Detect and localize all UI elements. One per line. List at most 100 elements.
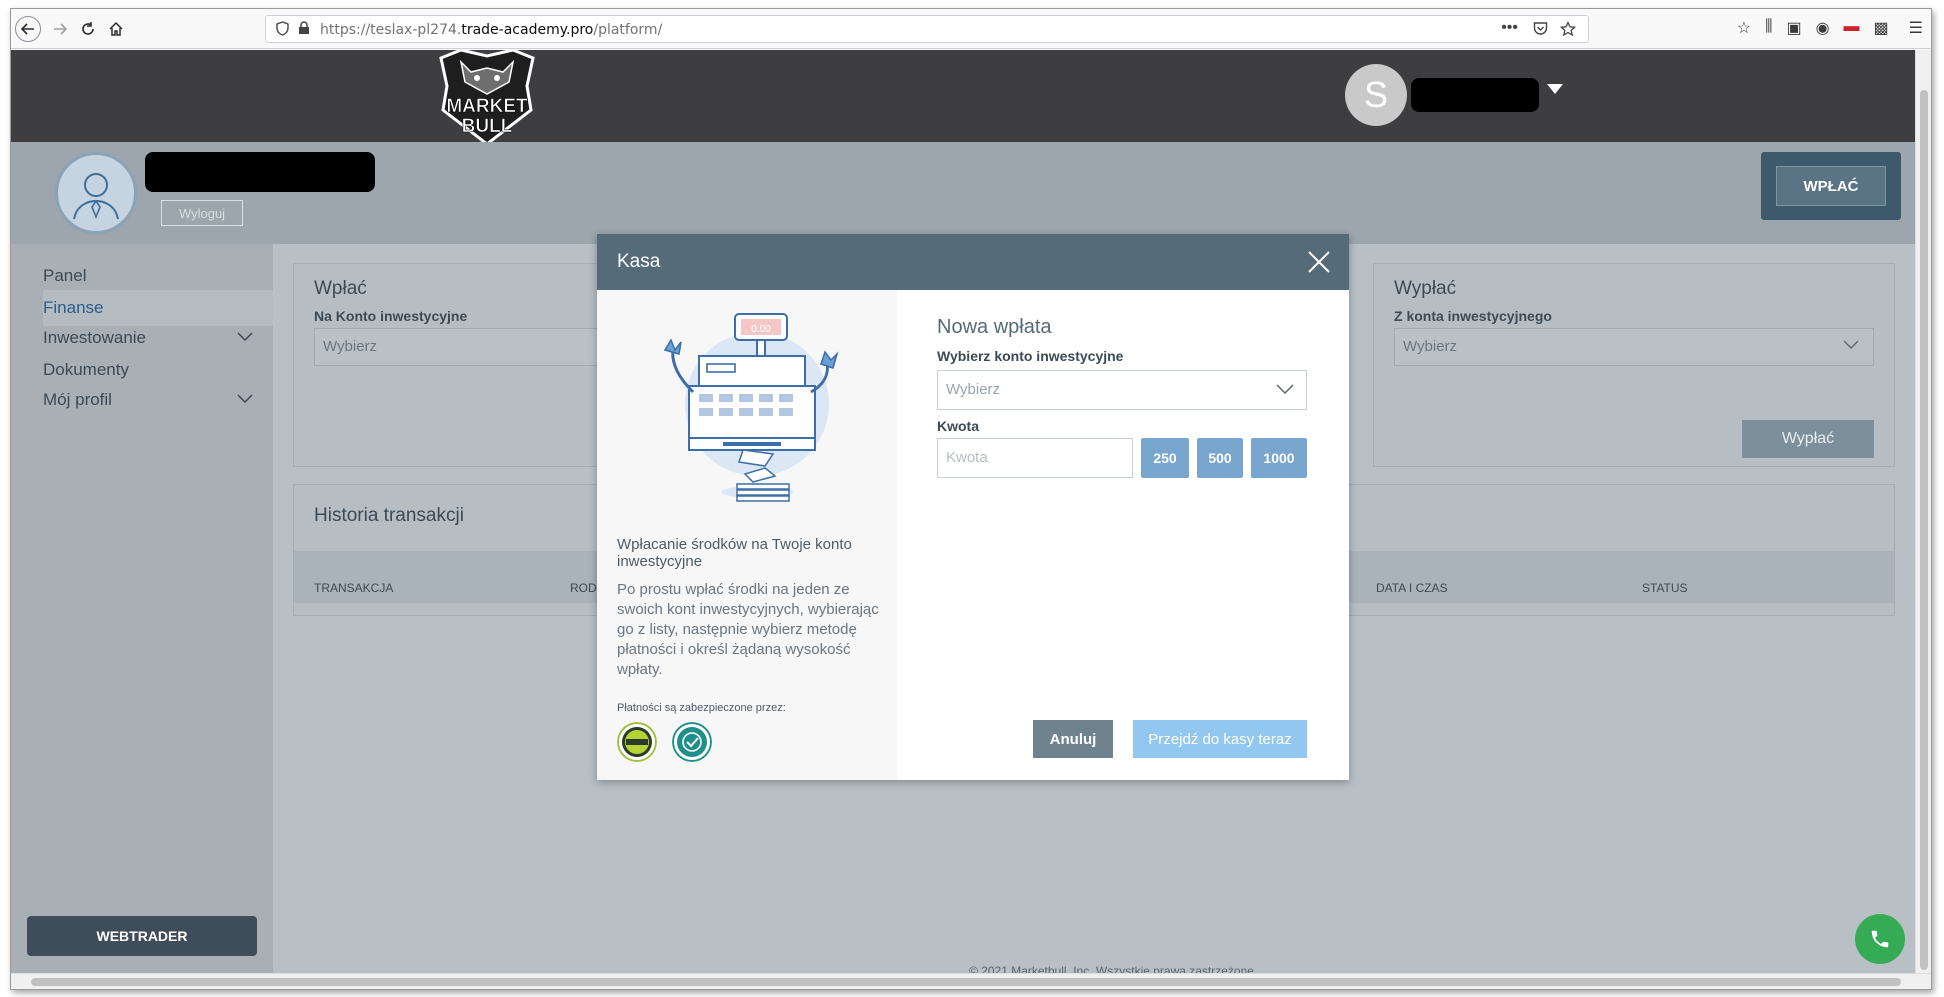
quick-amount-250-button[interactable]: 250: [1141, 438, 1189, 478]
profile-band: Wyloguj WPŁAĆ: [11, 142, 1917, 244]
info-title: Wpłacanie środków na Twoje konto inwesty…: [617, 536, 852, 570]
logout-button[interactable]: Wyloguj: [161, 200, 243, 226]
deposit-top-button[interactable]: WPŁAĆ: [1776, 166, 1886, 206]
vertical-scrollbar[interactable]: [1915, 50, 1931, 983]
select-placeholder: Wybierz: [946, 381, 1001, 398]
modal-header: Kasa: [597, 234, 1349, 290]
ssl-security-badge-icon: [617, 722, 657, 762]
sidebar-item-inwestowanie[interactable]: Inwestowanie: [43, 320, 273, 356]
withdraw-card-subtitle: Z konta inwestycyjnego: [1394, 308, 1552, 324]
withdraw-card: Wypłać Z konta inwestycyjnego Wybierz Wy…: [1373, 263, 1895, 467]
info-text: Po prostu wpłać środki na jeden ze swoic…: [617, 581, 879, 678]
sidebar-icon[interactable]: ▣: [1786, 18, 1801, 38]
home-icon: [109, 21, 123, 36]
user-outline-icon: [73, 173, 119, 220]
browser-window: https://teslax-pl274.trade-academy.pro/p…: [10, 8, 1932, 990]
user-menu-caret-icon[interactable]: [1547, 84, 1563, 94]
bookmarks-star-icon[interactable]: ☆: [1737, 18, 1751, 38]
sidebar-item-panel[interactable]: Panel: [43, 258, 273, 294]
history-col-status: STATUS: [1642, 581, 1688, 595]
address-bar[interactable]: https://teslax-pl274.trade-academy.pro/p…: [265, 15, 1589, 43]
chevron-down-icon: [237, 391, 253, 407]
extension-red-icon[interactable]: ▬: [1844, 18, 1860, 38]
select-placeholder: Wybierz: [323, 338, 378, 355]
amount-label: Kwota: [937, 418, 979, 434]
arrow-right-icon: [54, 23, 68, 35]
url-domain: trade-academy.pro: [461, 22, 594, 38]
top-navbar: MARKET BULL S: [11, 50, 1917, 146]
library-icon[interactable]: ⫼: [1765, 18, 1772, 38]
shield-icon[interactable]: [276, 21, 289, 39]
sidebar-item-label: Finanse: [43, 298, 104, 317]
modal-title: Kasa: [617, 251, 661, 272]
close-icon: [1308, 251, 1330, 273]
extension-image-icon[interactable]: ▩: [1874, 18, 1889, 38]
sidebar-item-label: Dokumenty: [43, 360, 129, 379]
history-col-transakcja: TRANSAKCJA: [314, 581, 394, 595]
deposit-card-subtitle: Na Konto inwestycyjne: [314, 308, 468, 324]
forward-button[interactable]: [47, 16, 73, 42]
chevron-down-icon: [237, 329, 253, 345]
phone-icon: [1871, 930, 1889, 948]
cash-register-illustration: 0.00: [663, 313, 839, 502]
lock-icon[interactable]: [298, 21, 310, 38]
account-select[interactable]: Wybierz: [937, 370, 1307, 410]
sidebar-item-label: Inwestowanie: [43, 328, 147, 347]
verified-badge-icon: [672, 722, 712, 762]
go-to-checkout-button[interactable]: Przejdź do kasy teraz: [1133, 720, 1307, 758]
sidebar: Panel Finanse Inwestowanie Dokumenty Mój…: [11, 244, 273, 983]
deposit-card-title: Wpłać: [314, 278, 367, 299]
modal-form-panel: Nowa wpłata Wybierz konto inwestycyjne W…: [897, 290, 1349, 780]
chevron-down-icon: [1276, 381, 1294, 399]
withdraw-account-select[interactable]: Wybierz: [1394, 328, 1874, 366]
profile-avatar[interactable]: [55, 152, 137, 234]
reload-icon: [82, 22, 94, 35]
secure-payments-label: Płatności są zabezpieczone przez:: [617, 702, 786, 714]
withdraw-card-title: Wypłać: [1394, 278, 1457, 299]
sidebar-item-label: Mój profil: [43, 390, 112, 409]
more-icon[interactable]: •••: [1501, 19, 1518, 37]
new-deposit-title: Nowa wpłata: [937, 316, 1052, 338]
logo-text-market: MARKET: [446, 96, 528, 117]
account-icon[interactable]: ◉: [1816, 18, 1830, 38]
history-col-data-i-czas: DATA I CZAS: [1376, 581, 1448, 595]
quick-amount-1000-button[interactable]: 1000: [1251, 438, 1307, 478]
call-button[interactable]: [1855, 914, 1905, 964]
pocket-icon[interactable]: [1533, 21, 1548, 39]
withdraw-button[interactable]: Wypłać: [1742, 420, 1874, 458]
webtrader-button[interactable]: WEBTRADER: [27, 916, 257, 956]
user-avatar[interactable]: S: [1345, 64, 1407, 126]
close-button[interactable]: [1305, 248, 1333, 276]
redacted-username: [1411, 78, 1539, 112]
deposit-top-container: WPŁAĆ: [1761, 152, 1901, 220]
quick-amount-500-button[interactable]: 500: [1197, 438, 1243, 478]
page: MARKET BULL S Wyloguj WPŁAĆ Panel Finans…: [11, 50, 1917, 983]
menu-icon[interactable]: ☰: [1909, 18, 1923, 38]
back-button[interactable]: [15, 16, 41, 42]
history-title: Historia transakcji: [314, 505, 464, 526]
horizontal-scrollbar[interactable]: [11, 973, 1931, 989]
vertical-scroll-thumb[interactable]: [1920, 90, 1928, 970]
modal-info-panel: 0.00 Wpłacanie środków na Twoje konto in…: [597, 290, 897, 780]
redacted-profile-name: [145, 152, 375, 192]
market-bull-logo: MARKET BULL: [439, 50, 535, 146]
home-button[interactable]: [103, 16, 129, 42]
select-placeholder: Wybierz: [1403, 338, 1458, 355]
url-text[interactable]: https://teslax-pl274.trade-academy.pro/p…: [320, 22, 662, 38]
sidebar-item-label: Panel: [43, 266, 87, 285]
cashier-modal: Kasa 0.00 Wpłacanie środków na Twoje kon…: [597, 234, 1349, 780]
amount-placeholder: Kwota: [946, 449, 988, 466]
star-icon[interactable]: [1559, 20, 1577, 40]
sidebar-item-moj-profil[interactable]: Mój profil: [43, 382, 273, 418]
browser-toolbar: https://teslax-pl274.trade-academy.pro/p…: [11, 9, 1931, 49]
account-label: Wybierz konto inwestycyjne: [937, 348, 1124, 364]
arrow-left-icon: [20, 23, 34, 35]
logo-text-bull: BULL: [462, 116, 513, 137]
reload-button[interactable]: [75, 16, 101, 42]
url-path: /platform/: [593, 22, 663, 38]
horizontal-scroll-thumb[interactable]: [31, 978, 1901, 986]
cancel-button[interactable]: Anuluj: [1033, 720, 1113, 758]
chevron-down-icon: [1843, 337, 1859, 355]
browser-extensions: ☆ ⫼ ▣ ◉ ▬ ▩ ☰: [1737, 18, 1923, 38]
amount-input[interactable]: Kwota: [937, 438, 1133, 478]
